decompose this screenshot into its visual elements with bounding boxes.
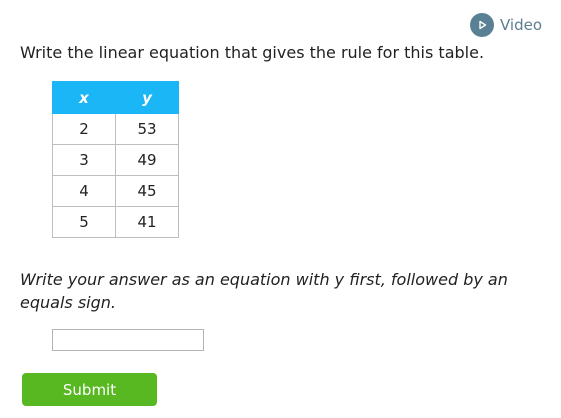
table-row: 3 49 bbox=[52, 144, 179, 176]
table-row: 2 53 bbox=[52, 113, 179, 145]
table-cell-y: 45 bbox=[115, 175, 179, 207]
table-row: 5 41 bbox=[52, 206, 179, 238]
table-cell-y: 41 bbox=[115, 206, 179, 238]
rule-table: x y 2 53 3 49 4 45 5 41 bbox=[52, 81, 179, 238]
video-link[interactable]: Video bbox=[470, 13, 542, 37]
play-icon[interactable] bbox=[470, 13, 494, 37]
problem-page: Video Write the linear equation that giv… bbox=[0, 0, 561, 418]
table-header-y: y bbox=[115, 81, 179, 114]
table-cell-y: 49 bbox=[115, 144, 179, 176]
video-label[interactable]: Video bbox=[500, 16, 542, 34]
table-header-x: x bbox=[52, 81, 116, 114]
table-cell-x: 3 bbox=[52, 144, 116, 176]
table-cell-x: 5 bbox=[52, 206, 116, 238]
table-cell-x: 4 bbox=[52, 175, 116, 207]
table-cell-y: 53 bbox=[115, 113, 179, 145]
table-cell-x: 2 bbox=[52, 113, 116, 145]
question-text: Write the linear equation that gives the… bbox=[20, 43, 485, 62]
submit-button[interactable]: Submit bbox=[22, 373, 157, 406]
table-header-row: x y bbox=[52, 81, 179, 114]
answer-input[interactable] bbox=[52, 329, 204, 351]
answer-instructions: Write your answer as an equation with y … bbox=[20, 270, 508, 312]
table-row: 4 45 bbox=[52, 175, 179, 207]
